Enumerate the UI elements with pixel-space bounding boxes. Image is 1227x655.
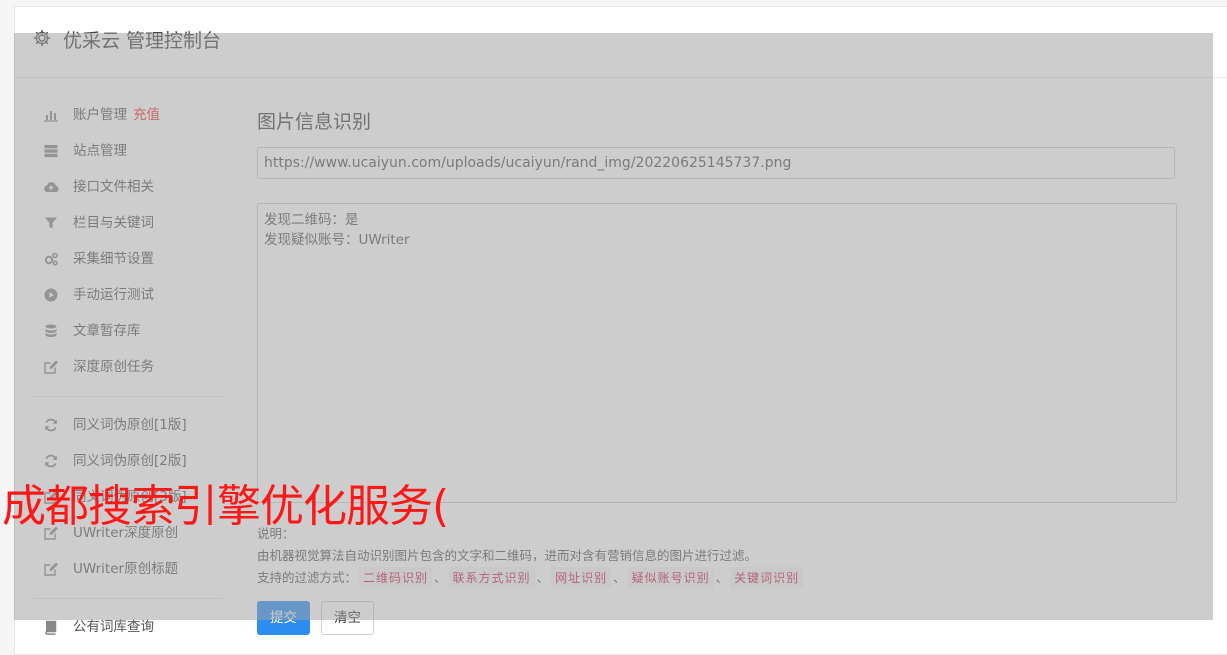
sidebar-item[interactable]: 接口文件相关 bbox=[33, 169, 223, 205]
filter-tag: 二维码识别 bbox=[359, 567, 433, 589]
recognition-result-textarea[interactable]: 发现二维码：是发现疑似账号：UWriter bbox=[257, 203, 1177, 503]
sidebar-item-label: 采集细节设置 bbox=[73, 251, 154, 267]
play-circle-icon bbox=[43, 287, 59, 303]
sidebar-item[interactable]: 深度原创任务 bbox=[33, 349, 223, 385]
filter-tags: 二维码识别、联系方式识别、网址识别、疑似账号识别、关键词识别 bbox=[357, 567, 805, 589]
filter-separator: 、 bbox=[536, 570, 550, 585]
sidebar-item-label: 同义词伪原创[2版] bbox=[73, 453, 187, 469]
sidebar-item-label: 栏目与关键词 bbox=[73, 215, 154, 231]
sidebar-item-label: 深度原创任务 bbox=[73, 359, 154, 375]
clear-button[interactable]: 清空 bbox=[321, 601, 374, 635]
sidebar-divider bbox=[33, 598, 223, 599]
sidebar-item-label: 账户管理 bbox=[73, 107, 127, 123]
filter-tag: 网址识别 bbox=[551, 567, 612, 589]
overlay-watermark-text: 成都搜索引擎优化服务( bbox=[2, 481, 449, 532]
sidebar-divider bbox=[33, 396, 223, 397]
note-desc: 由机器视觉算法自动识别图片包含的文字和二维码，进而对含有营销信息的图片进行过滤。 bbox=[257, 548, 758, 563]
gears-icon bbox=[43, 251, 59, 267]
sidebar-item[interactable]: 同义词伪原创[1版] bbox=[33, 407, 223, 443]
sidebar-item-label: 公有词库查询 bbox=[73, 619, 154, 635]
sidebar-item-label: 接口文件相关 bbox=[73, 179, 154, 195]
filter-label: 支持的过滤方式： bbox=[257, 570, 358, 585]
result-line: 发现二维码：是 bbox=[264, 212, 359, 228]
page-title: 图片信息识别 bbox=[257, 111, 372, 133]
sidebar-item[interactable]: 栏目与关键词 bbox=[33, 205, 223, 241]
filter-tag: 关键词识别 bbox=[730, 567, 804, 589]
refresh-icon bbox=[43, 453, 59, 469]
filter-separator: 、 bbox=[613, 570, 626, 585]
filter-separator: 、 bbox=[434, 570, 447, 585]
filter-methods: 支持的过滤方式： 二维码识别、联系方式识别、网址识别、疑似账号识别、关键词识别 bbox=[257, 567, 805, 589]
sidebar-item[interactable]: UWriter原创标题 bbox=[33, 551, 223, 587]
sidebar-item-label: 文章暂存库 bbox=[73, 323, 141, 339]
sidebar-item-label: 站点管理 bbox=[73, 143, 127, 159]
database-icon bbox=[43, 323, 59, 339]
bar-chart-icon bbox=[43, 107, 59, 123]
cloud-upload-icon bbox=[43, 179, 59, 195]
sidebar-item[interactable]: 站点管理 bbox=[33, 133, 223, 169]
sidebar-item[interactable]: 文章暂存库 bbox=[33, 313, 223, 349]
edit-icon bbox=[43, 359, 59, 375]
page: 优采云 管理控制台 账户管理 充值站点管理接口文件相关 栏目与关键词 采集细节设置 手动… bbox=[14, 6, 1227, 655]
action-buttons: 提交 清空 bbox=[257, 601, 385, 635]
recharge-link[interactable]: 充值 bbox=[133, 107, 160, 123]
app-title: 优采云 管理控制台 bbox=[63, 30, 222, 52]
submit-button[interactable]: 提交 bbox=[257, 601, 310, 635]
sidebar-item[interactable]: 账户管理 充值 bbox=[33, 97, 223, 133]
gear-icon bbox=[33, 29, 51, 47]
sidebar-item-label: 手动运行测试 bbox=[73, 287, 154, 303]
edit-icon bbox=[43, 561, 59, 577]
server-icon bbox=[43, 143, 59, 159]
image-url-input[interactable] bbox=[257, 147, 1175, 179]
refresh-icon bbox=[43, 417, 59, 433]
sidebar-item-label: 同义词伪原创[1版] bbox=[73, 417, 187, 433]
filter-tag: 疑似账号识别 bbox=[627, 567, 714, 589]
sidebar-item[interactable]: 采集细节设置 bbox=[33, 241, 223, 277]
filter-tag: 联系方式识别 bbox=[448, 567, 535, 589]
main-content: 图片信息识别 发现二维码：是发现疑似账号：UWriter 说明： 由机器视觉算法… bbox=[257, 107, 1177, 635]
sidebar-item[interactable]: 公有词库查询 bbox=[33, 609, 223, 645]
sidebar-nav: 账户管理 充值站点管理接口文件相关 栏目与关键词 采集细节设置 手动运行测试 文章暂存库深… bbox=[33, 97, 223, 645]
book-icon bbox=[43, 619, 59, 635]
result-line: 发现疑似账号：UWriter bbox=[264, 232, 410, 248]
filter-separator: 、 bbox=[715, 570, 729, 585]
header: 优采云 管理控制台 bbox=[15, 7, 1227, 78]
sidebar-item-label: UWriter原创标题 bbox=[73, 561, 179, 577]
sidebar-item[interactable]: 手动运行测试 bbox=[33, 277, 223, 313]
filter-icon bbox=[43, 215, 59, 231]
